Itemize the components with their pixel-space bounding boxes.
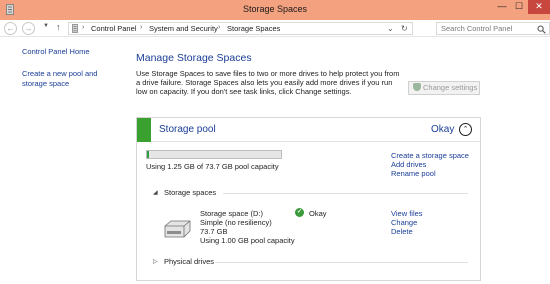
breadcrumb-separator[interactable]: ›: [140, 24, 142, 31]
search-icon[interactable]: [537, 25, 546, 34]
storage-spaces-section-label[interactable]: Storage spaces: [164, 188, 216, 197]
change-link[interactable]: Change: [391, 218, 417, 227]
pool-status: Okay: [431, 124, 455, 135]
storage-space-size: 73.7 GB: [200, 227, 228, 236]
recent-locations-dropdown[interactable]: ▼: [43, 23, 49, 29]
breadcrumb-control-panel[interactable]: Control Panel: [91, 24, 136, 33]
search-box[interactable]: Search Control Panel: [436, 22, 550, 35]
storage-space-usage: Using 1.00 GB pool capacity: [200, 236, 295, 245]
view-files-link[interactable]: View files: [391, 209, 423, 218]
pool-name: Storage pool: [159, 124, 216, 135]
control-panel-home-link[interactable]: Control Panel Home: [22, 47, 90, 57]
breadcrumb-storage-spaces[interactable]: Storage Spaces: [227, 24, 280, 33]
breadcrumb-separator[interactable]: ›: [218, 24, 220, 31]
maximize-button[interactable]: ☐: [511, 0, 527, 14]
create-storage-space-link[interactable]: Create a storage space: [391, 151, 469, 160]
address-dropdown-icon[interactable]: ⌄: [387, 24, 394, 33]
ok-status-icon: ✓: [295, 208, 304, 217]
title-bar: Storage Spaces — ☐ ✕: [0, 0, 550, 20]
pool-capacity-bar: [146, 150, 282, 159]
add-drives-link[interactable]: Add drives: [391, 160, 426, 169]
search-input[interactable]: Search Control Panel: [441, 24, 512, 33]
breadcrumb-separator[interactable]: ›: [82, 24, 84, 31]
change-settings-button[interactable]: Change settings: [408, 81, 480, 95]
storage-space-name: Storage space (D:): [200, 209, 263, 218]
left-pane: Control Panel Home Create a new pool and…: [0, 37, 126, 284]
minimize-button[interactable]: —: [494, 0, 510, 14]
page-title: Manage Storage Spaces: [136, 52, 252, 64]
back-button[interactable]: ←: [4, 22, 17, 35]
rename-pool-link[interactable]: Rename pool: [391, 169, 436, 178]
collapse-button[interactable]: ⌃: [459, 123, 472, 136]
control-panel-location-icon: [72, 24, 78, 33]
physical-drives-expand-toggle[interactable]: ▷: [153, 258, 158, 265]
close-button[interactable]: ✕: [528, 0, 550, 14]
shield-icon: [413, 83, 421, 91]
create-pool-link[interactable]: Create a new pool and storage space: [22, 69, 122, 89]
storage-space-resiliency: Simple (no resiliency): [200, 218, 272, 227]
up-button[interactable]: ↑: [56, 22, 61, 32]
breadcrumb-system-and-security[interactable]: System and Security: [149, 24, 218, 33]
change-settings-label: Change settings: [423, 83, 478, 92]
divider: [223, 193, 468, 194]
window-title: Storage Spaces: [242, 4, 308, 14]
pool-capacity-text: Using 1.25 GB of 73.7 GB pool capacity: [146, 162, 279, 171]
delete-link[interactable]: Delete: [391, 227, 413, 236]
storage-pool-header: Storage pool Okay ⌃: [137, 118, 480, 142]
refresh-icon[interactable]: ↻: [401, 24, 408, 33]
drive-icon: [164, 220, 191, 238]
forward-button[interactable]: →: [22, 22, 35, 35]
address-field[interactable]: › Control Panel › System and Security › …: [68, 22, 413, 35]
address-bar-row: ← → ▼ ↑ › Control Panel › System and Sec…: [0, 20, 550, 37]
divider: [215, 262, 468, 263]
storage-space-status: Okay: [309, 209, 327, 218]
pool-capacity-fill: [147, 151, 149, 158]
physical-drives-section-label[interactable]: Physical drives: [164, 257, 214, 266]
intro-text: Use Storage Spaces to save files to two …: [136, 69, 400, 96]
storage-spaces-expand-toggle[interactable]: ◢: [153, 189, 158, 196]
storage-pool-panel: Storage pool Okay ⌃ Using 1.25 GB of 73.…: [136, 117, 481, 281]
pool-status-accent: [137, 118, 151, 142]
